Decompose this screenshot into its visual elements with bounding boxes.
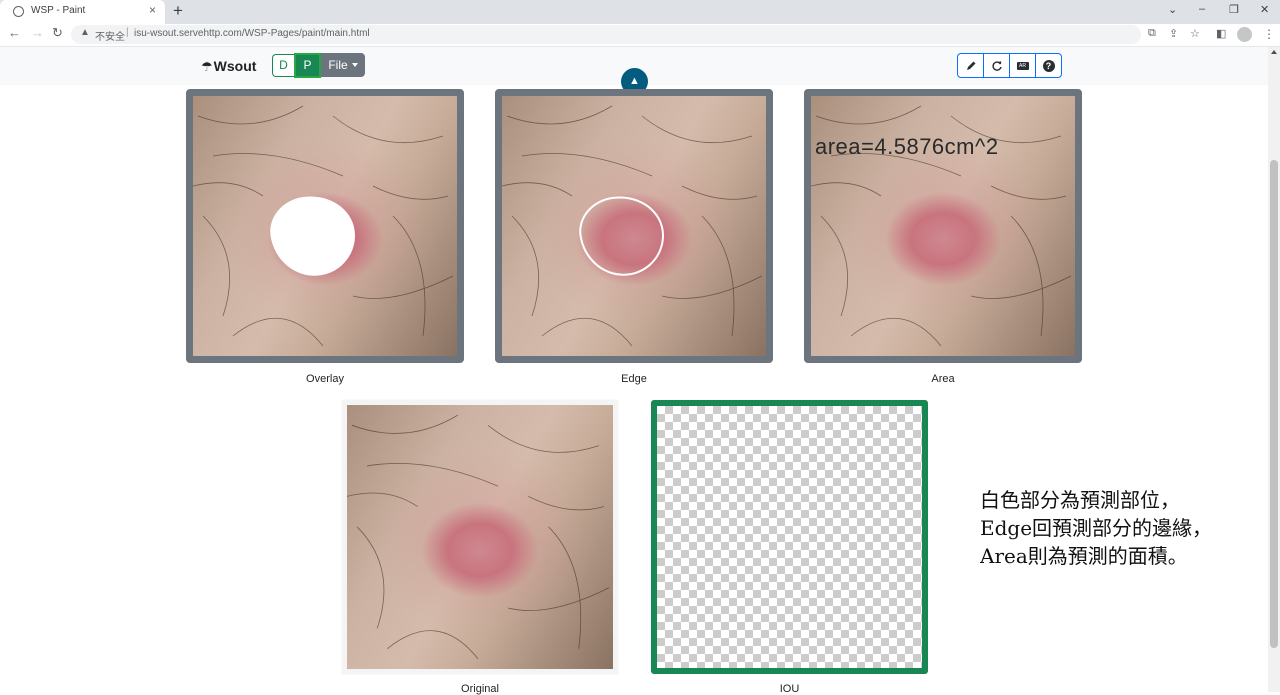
iou-image-panel (651, 400, 928, 674)
address-bar[interactable]: ▲ 不安全 | isu-wsout.servehttp.com/WSP-Page… (71, 25, 1141, 44)
area-caption: Area (931, 373, 955, 385)
refresh-button[interactable] (983, 53, 1010, 78)
note-line: 白色部分為預測部位， (980, 488, 1180, 512)
caret-down-icon (351, 63, 358, 67)
original-image-panel (342, 400, 618, 674)
translate-icon[interactable]: ⧉ (1148, 27, 1156, 40)
overlay-image-panel (186, 89, 464, 363)
browser-tab-strip: WSP - Paint × + ⌄ – ❐ ✕ (0, 0, 1280, 24)
window-close-icon[interactable]: ✕ (1260, 3, 1269, 16)
bookmark-star-icon[interactable]: ☆ (1190, 27, 1200, 40)
tool-button-group: AR ? (957, 53, 1062, 78)
file-menu-button[interactable]: File (321, 53, 365, 77)
browser-toolbar: ← → ↻ ▲ 不安全 | isu-wsout.servehttp.com/WS… (0, 24, 1280, 47)
area-image-panel: area=4.5876cm^2 (804, 89, 1082, 363)
explanation-note: 白色部分為預測部位， Edge回預測部分的邊緣， Area則為預測的面積。 (980, 486, 1212, 570)
scrollbar-thumb[interactable] (1270, 160, 1278, 648)
tab-title: WSP - Paint (31, 5, 86, 16)
area-wound-image: area=4.5876cm^2 (811, 96, 1075, 356)
ar-button[interactable]: AR (1009, 53, 1036, 78)
iou-caption: IOU (779, 683, 800, 695)
ar-icon: AR (1016, 61, 1029, 70)
new-tab-icon[interactable]: + (173, 1, 183, 21)
globe-icon (13, 6, 24, 17)
brand-logo[interactable]: ☂Wsout (201, 58, 256, 75)
pen-icon (966, 61, 975, 70)
share-icon[interactable]: ⇪ (1169, 27, 1178, 40)
note-line: Edge回預測部分的邊緣， (980, 516, 1213, 540)
warning-icon[interactable]: ▲ (80, 27, 90, 38)
original-caption: Original (461, 683, 499, 695)
edge-image-panel (495, 89, 773, 363)
browser-tab[interactable]: WSP - Paint × (0, 0, 165, 24)
edge-wound-image (502, 96, 766, 356)
minimize-icon[interactable]: – (1199, 3, 1205, 15)
umbrella-icon: ☂ (201, 59, 213, 74)
hair-texture (347, 414, 610, 660)
url-text[interactable]: isu-wsout.servehttp.com/WSP-Pages/paint/… (134, 28, 370, 39)
browser-menu-icon[interactable]: ⋮ (1263, 27, 1275, 41)
back-icon[interactable]: ← (8, 25, 21, 40)
refresh-icon (991, 60, 1002, 71)
reload-icon[interactable]: ↻ (52, 25, 63, 41)
area-measurement-text: area=4.5876cm^2 (815, 134, 999, 159)
brand-name: Wsout (213, 58, 257, 74)
mode-d-button[interactable]: D (272, 54, 294, 77)
help-button[interactable]: ? (1035, 53, 1062, 78)
pen-button[interactable] (957, 53, 984, 78)
file-menu-label: File (328, 58, 348, 72)
scroll-up-arrow-icon[interactable] (1271, 50, 1277, 54)
restore-icon[interactable]: ❐ (1229, 3, 1239, 16)
tab-close-icon[interactable]: × (149, 3, 156, 17)
profile-avatar[interactable] (1237, 27, 1252, 42)
forward-icon[interactable]: → (31, 25, 44, 40)
mode-p-button[interactable]: P (294, 53, 321, 78)
address-separator: | (126, 27, 129, 38)
tab-search-icon[interactable]: ⌄ (1168, 3, 1177, 16)
help-icon: ? (1042, 59, 1055, 72)
overlay-wound-image (193, 96, 457, 356)
overlay-caption: Overlay (306, 373, 344, 385)
security-label[interactable]: 不安全 (95, 28, 125, 43)
edge-caption: Edge (621, 373, 647, 385)
note-line: Area則為預測的面積。 (980, 544, 1188, 568)
side-panel-icon[interactable]: ◧ (1216, 27, 1226, 40)
original-wound-image (347, 405, 613, 669)
